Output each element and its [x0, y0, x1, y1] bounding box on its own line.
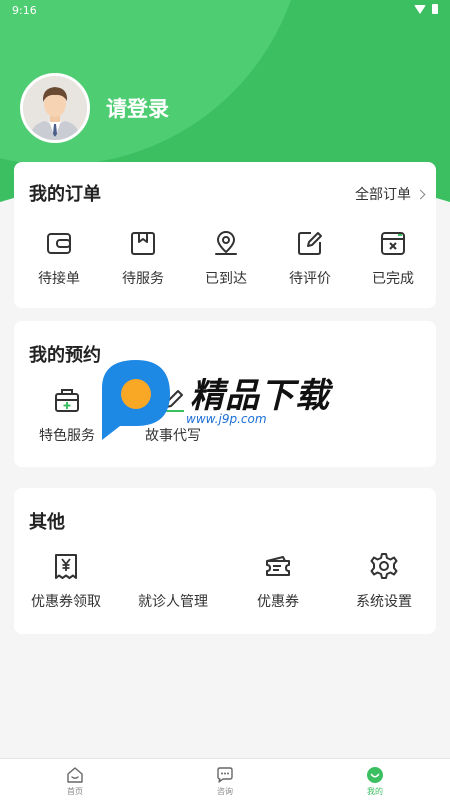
order-status-label: 待接单: [38, 271, 80, 287]
tab-home[interactable]: 首页: [0, 759, 150, 800]
profile-icon: [367, 767, 383, 783]
system-settings-entry[interactable]: 系统设置: [342, 551, 426, 611]
home-icon: [67, 767, 83, 783]
order-status-pending-service[interactable]: 待服务: [101, 228, 185, 288]
orders-title: 我的订单: [29, 184, 101, 205]
other-item-label: 系统设置: [356, 594, 412, 610]
order-status-arrived[interactable]: 已到达: [184, 228, 268, 288]
avatar-person-icon: [23, 76, 87, 140]
order-status-label: 已到达: [205, 271, 247, 287]
tab-mine[interactable]: 我的: [300, 759, 450, 800]
order-status-pending-accept[interactable]: 待接单: [17, 228, 101, 288]
other-item-label: 优惠券: [257, 594, 299, 610]
order-status-label: 待评价: [289, 271, 331, 287]
login-prompt[interactable]: 请登录: [106, 93, 169, 123]
tab-label: 首页: [67, 787, 83, 796]
other-card: 其他 优惠券领取 就诊人管理 优惠券 系统设置: [14, 488, 436, 634]
order-status-label: 已完成: [372, 271, 414, 287]
coupon-entry[interactable]: 优惠券: [236, 551, 320, 611]
yen-receipt-icon: [55, 554, 77, 579]
bottom-tab-bar: 首页 咨询 我的: [0, 758, 450, 800]
all-orders-link[interactable]: 全部订单: [355, 184, 426, 204]
status-icons: [414, 4, 438, 14]
watermark-text: 精品下载: [190, 376, 330, 416]
wallet-icon: [47, 233, 71, 254]
orders-card: 我的订单 全部订单 待接单 待服务 已到达 待评价 已完成: [14, 162, 436, 308]
chevron-right-icon: [415, 189, 426, 199]
coupon-claim-entry[interactable]: 优惠券领取: [24, 551, 108, 611]
order-status-pending-review[interactable]: 待评价: [268, 228, 352, 288]
ticket-icon: [266, 556, 290, 576]
watermark-url: www.j9p.com: [186, 412, 267, 426]
all-orders-label: 全部订单: [355, 187, 411, 203]
wifi-icon: [414, 4, 426, 14]
gear-icon: [370, 553, 398, 579]
person-icon: [158, 551, 188, 581]
order-status-label: 待服务: [122, 271, 164, 287]
order-status-completed[interactable]: 已完成: [351, 228, 435, 288]
status-bar: 9:16: [0, 0, 450, 22]
box-icon: [131, 232, 155, 255]
tab-consult[interactable]: 咨询: [150, 759, 300, 800]
patient-management-entry[interactable]: 就诊人管理: [131, 551, 215, 611]
avatar[interactable]: [20, 73, 90, 143]
edit-icon: [298, 232, 322, 255]
tab-label: 咨询: [217, 787, 233, 796]
status-time: 9:16: [12, 4, 37, 17]
profile-header[interactable]: 请登录: [20, 73, 169, 143]
other-item-label: 优惠券领取: [31, 594, 101, 610]
appointment-special-service[interactable]: 特色服务: [25, 385, 109, 445]
other-item-label: 就诊人管理: [138, 594, 208, 610]
appointment-label: 特色服务: [39, 428, 95, 444]
box-cancel-icon: [381, 232, 405, 255]
appointments-title: 我的预约: [29, 345, 101, 366]
chat-icon: [217, 767, 233, 783]
battery-icon: [432, 4, 438, 14]
medical-kit-icon: [55, 389, 79, 412]
watermark: 精品下载 www.j9p.com: [98, 358, 358, 443]
watermark-logo-icon: [102, 360, 170, 440]
tab-label: 我的: [367, 787, 383, 796]
other-title: 其他: [29, 512, 65, 533]
location-pin-icon: [215, 230, 237, 255]
